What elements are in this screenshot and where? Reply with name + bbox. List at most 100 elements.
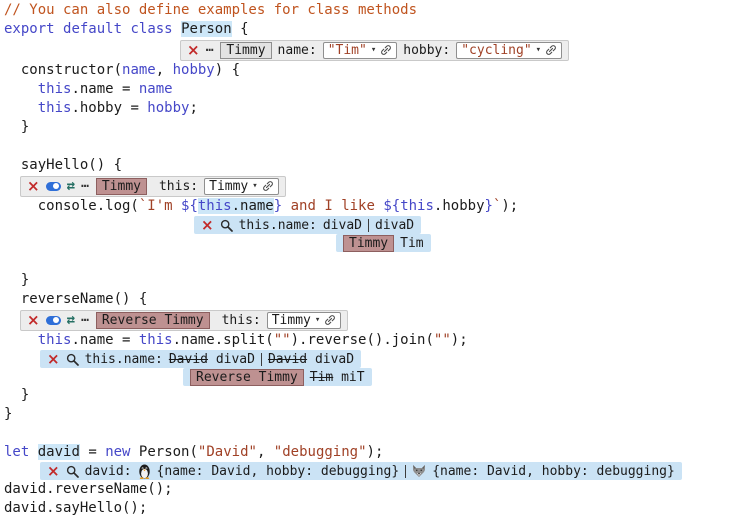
live-toggle-icon[interactable] — [46, 182, 61, 191]
param-hobby-select[interactable]: "cycling" ▾ — [456, 42, 562, 59]
param-name-select[interactable]: "Tim" ▾ — [323, 42, 398, 59]
code-token: .name.split( — [173, 332, 274, 348]
more-options-icon[interactable]: ⋯ — [81, 180, 90, 193]
reversename-example-widget: × ⇄ ⋯ Reverse Timmy this: Timmy ▾ — [20, 310, 348, 331]
code-token: ${ — [383, 198, 400, 214]
code-token: ; — [189, 100, 197, 116]
this-select[interactable]: Timmy ▾ — [204, 178, 279, 195]
close-icon[interactable]: × — [201, 218, 214, 233]
code-token: this — [139, 332, 173, 348]
more-options-icon[interactable]: ⋯ — [206, 44, 215, 57]
code-token: hobby — [147, 100, 189, 116]
chevron-down-icon: ▾ — [315, 311, 320, 330]
code-token: { — [232, 21, 249, 37]
david-value-widget: × david: {name: David, hobby: debugging}… — [40, 462, 682, 480]
inline-widget-row: × ⇄ ⋯ Reverse Timmy this: Timmy ▾ — [4, 309, 749, 331]
example-chip-timmy[interactable]: Timmy — [343, 235, 394, 252]
param-name-label: name: — [278, 41, 317, 60]
new-value: miT — [341, 370, 364, 385]
old-value: David — [169, 352, 208, 367]
code-token: let — [4, 444, 29, 460]
example-chip-timmy[interactable]: Timmy — [96, 178, 147, 195]
code-token: david.reverseName(); — [4, 481, 173, 497]
code-token — [4, 81, 38, 97]
inline-widget-row: × this.name: divaD divaD — [4, 216, 749, 234]
example-chip-reverse-timmy[interactable]: Reverse Timmy — [96, 312, 210, 329]
close-icon[interactable]: × — [187, 43, 200, 58]
code-token: , — [156, 62, 173, 78]
sayhello-result-widget: Timmy Tim — [336, 234, 431, 252]
search-icon[interactable] — [220, 219, 233, 232]
code-token: ); — [451, 332, 468, 348]
more-options-icon[interactable]: ⋯ — [81, 314, 90, 327]
code-token: .name = — [71, 332, 138, 348]
value-divider — [261, 353, 262, 366]
value-divider — [405, 465, 406, 478]
old-value: Tim — [310, 370, 333, 385]
inline-widget-row: Reverse Timmy Tim miT — [4, 368, 749, 386]
sayhello-value-widget: × this.name: divaD divaD — [194, 216, 421, 234]
code-token: Person — [181, 21, 232, 37]
inline-widget-row: × ⋯ Timmy name: "Tim" ▾ hobby: "cycling"… — [4, 39, 749, 61]
code-line: this.name = this.name.split("").reverse(… — [4, 331, 749, 350]
code-token: ).reverse().join( — [291, 332, 434, 348]
this-select[interactable]: Timmy ▾ — [267, 312, 342, 329]
link-icon[interactable] — [324, 314, 336, 326]
code-token: "" — [274, 332, 291, 348]
this-value: Timmy — [209, 177, 248, 196]
code-line: this.name = name — [4, 80, 749, 99]
value-left: {name: David, hobby: debugging} — [157, 462, 400, 481]
code-line: reverseName() { — [4, 290, 749, 309]
rerun-icon[interactable]: ⇄ — [67, 179, 75, 193]
code-token: .name — [232, 198, 274, 214]
new-value: divaD — [315, 352, 354, 367]
inline-widget-row: × david: {name: David, hobby: debugging}… — [4, 462, 749, 480]
value-left: divaD — [323, 216, 362, 235]
code-token — [29, 444, 37, 460]
search-icon[interactable] — [66, 465, 79, 478]
close-icon[interactable]: × — [27, 313, 40, 328]
code-token: } — [4, 119, 29, 135]
code-line: constructor(name, hobby) { — [4, 61, 749, 80]
code-token: david.sayHello(); — [4, 500, 147, 516]
value-label: this.name: — [239, 216, 317, 235]
code-token: } — [485, 198, 493, 214]
code-line: david.reverseName(); — [4, 480, 749, 499]
link-icon[interactable] — [545, 44, 557, 56]
link-icon[interactable] — [380, 44, 392, 56]
example-chip-reverse-timmy[interactable]: Reverse Timmy — [190, 369, 304, 386]
code-token: hobby — [173, 62, 215, 78]
code-token: ${ — [181, 198, 198, 214]
example-chip-timmy[interactable]: Timmy — [220, 42, 271, 59]
close-icon[interactable]: × — [27, 179, 40, 194]
code-token — [4, 100, 38, 116]
code-token: // You can also define examples for clas… — [4, 2, 417, 18]
code-token: this — [400, 198, 434, 214]
code-token: } — [4, 406, 12, 422]
param-hobby-value: "cycling" — [461, 41, 531, 60]
code-token: default — [63, 21, 122, 37]
new-value: divaD — [216, 352, 255, 367]
search-icon[interactable] — [66, 353, 79, 366]
code-token: name — [122, 62, 156, 78]
code-token: "debugging" — [274, 444, 367, 460]
value-label: david: — [85, 462, 132, 481]
result-value: Tim — [400, 234, 423, 253]
rerun-icon[interactable]: ⇄ — [67, 313, 75, 327]
code-editor[interactable]: // You can also define examples for clas… — [0, 0, 749, 516]
sayhello-example-widget: × ⇄ ⋯ Timmy this: Timmy ▾ — [20, 176, 286, 197]
value-right: divaD — [375, 216, 414, 235]
close-icon[interactable]: × — [47, 352, 60, 367]
code-line-blank — [4, 424, 749, 443]
penguin-icon — [138, 464, 151, 479]
close-icon[interactable]: × — [47, 464, 60, 479]
code-token — [4, 332, 38, 348]
class-example-widget: × ⋯ Timmy name: "Tim" ▾ hobby: "cycling"… — [180, 40, 569, 61]
live-toggle-icon[interactable] — [46, 316, 61, 325]
code-line-blank — [4, 252, 749, 271]
code-line: export default class Person { — [4, 20, 749, 39]
code-line: let david = new Person("David", "debuggi… — [4, 443, 749, 462]
code-line: } — [4, 271, 749, 290]
code-token: new — [105, 444, 130, 460]
link-icon[interactable] — [262, 180, 274, 192]
